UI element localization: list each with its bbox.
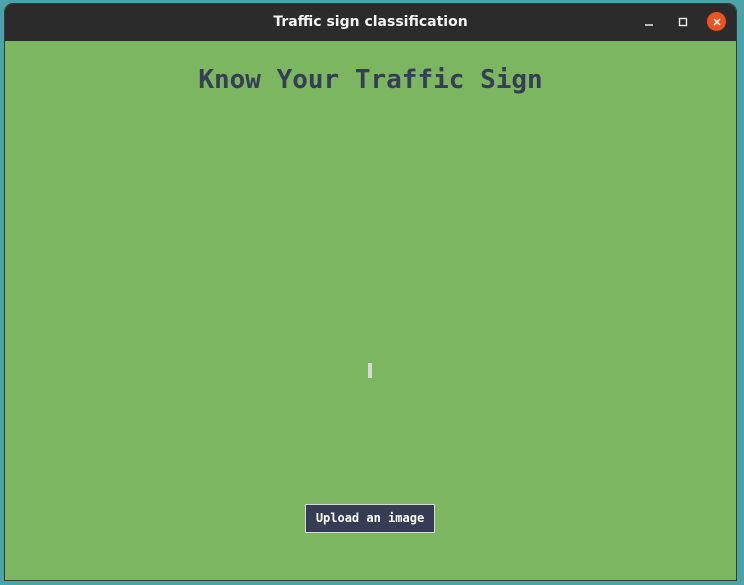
minimize-button[interactable] xyxy=(639,12,659,32)
upload-image-button[interactable]: Upload an image xyxy=(305,504,435,533)
maximize-button[interactable] xyxy=(673,12,693,32)
title-bar[interactable]: Traffic sign classification xyxy=(5,4,736,41)
page-title: Know Your Traffic Sign xyxy=(198,65,543,95)
minimize-icon xyxy=(645,24,653,26)
main-content: Know Your Traffic Sign Upload an image xyxy=(5,41,736,580)
window-title: Traffic sign classification xyxy=(273,14,468,30)
maximize-icon xyxy=(678,17,688,27)
app-window: Traffic sign classification Know Your Tr… xyxy=(5,4,736,580)
classification-result-label xyxy=(368,363,372,378)
close-button[interactable] xyxy=(707,12,726,31)
close-icon xyxy=(712,17,721,26)
